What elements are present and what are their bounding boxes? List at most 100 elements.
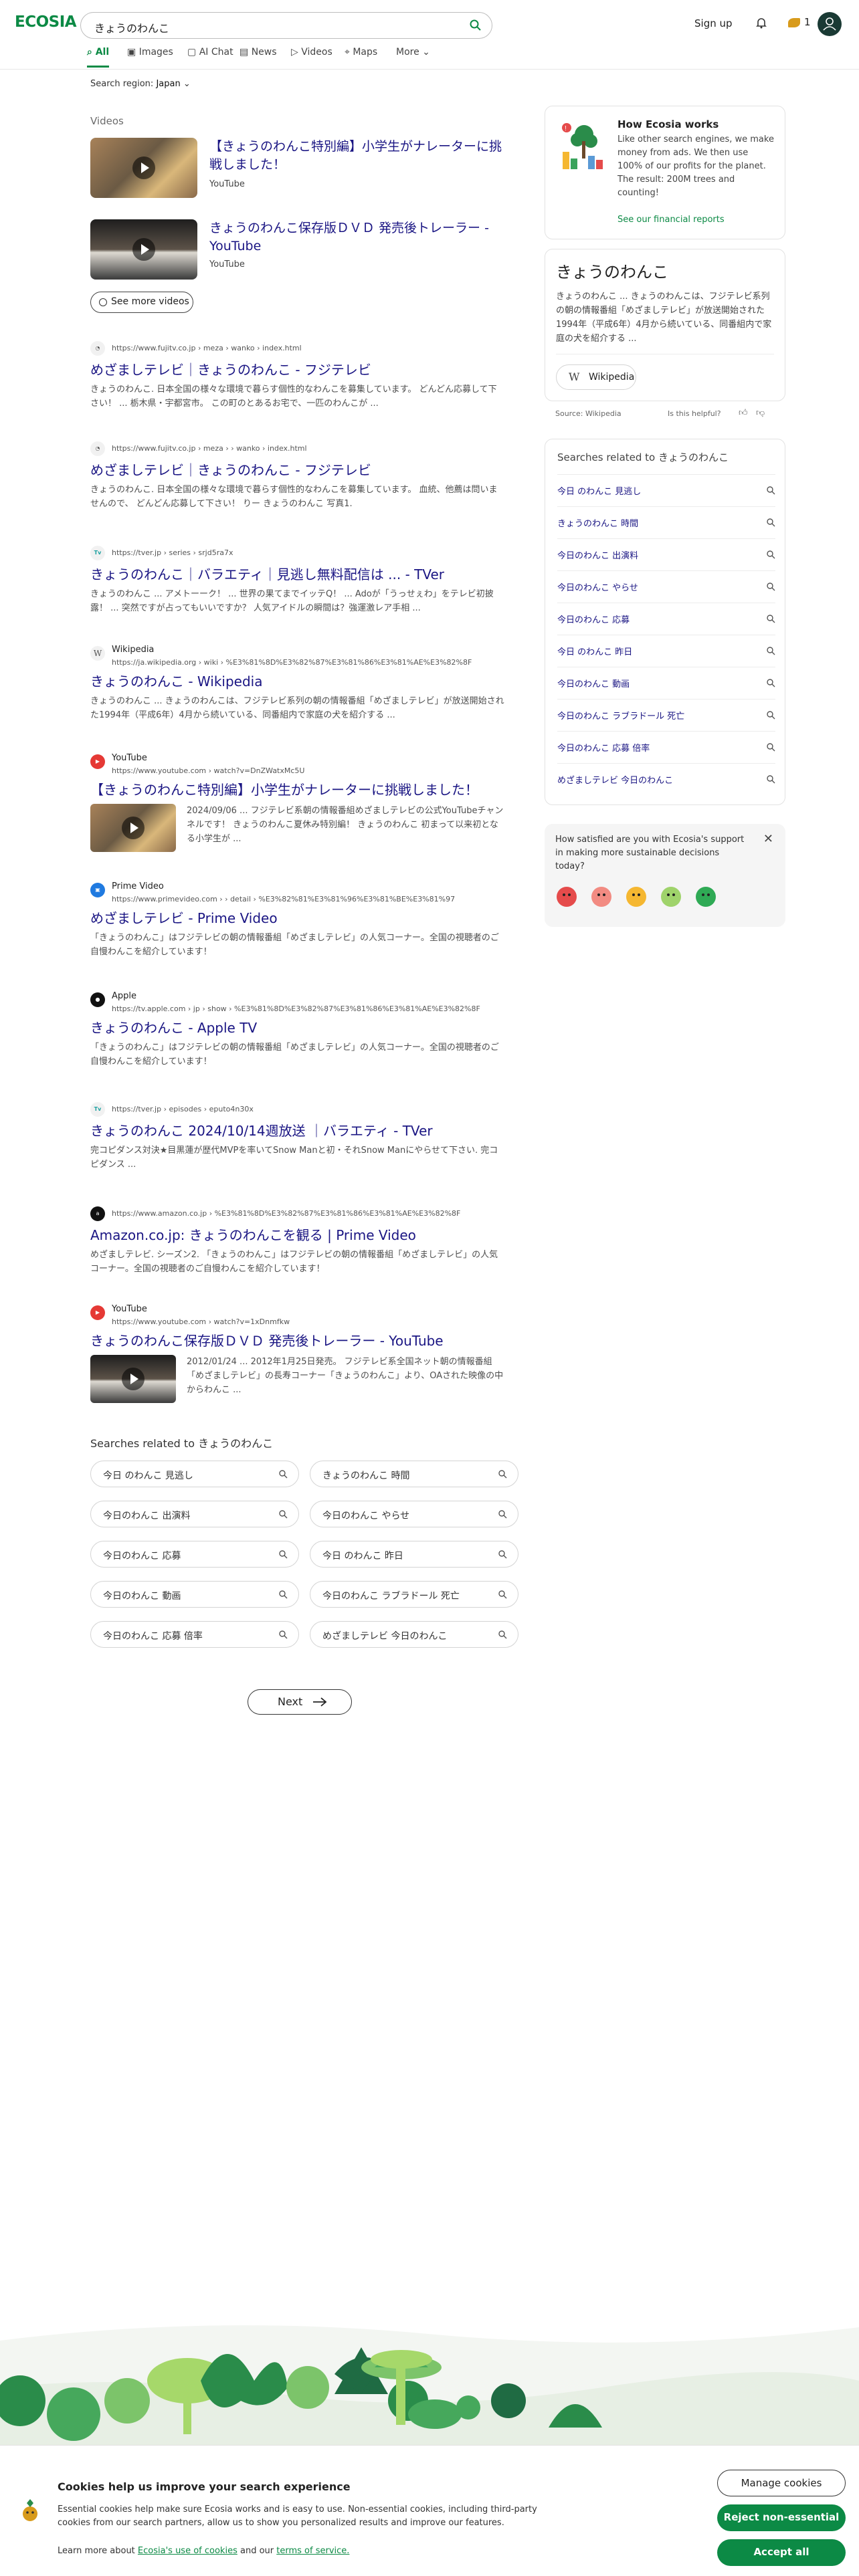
result-title[interactable]: Amazon.co.jp: きょうのわんこを観る | Prime Video: [90, 1226, 416, 1244]
search-icon: [498, 1630, 507, 1639]
financial-reports-link[interactable]: See our financial reports: [617, 215, 725, 225]
tab-underline: [87, 66, 110, 68]
related-search-pill[interactable]: 今日のわんこ ラブラドール 死亡: [310, 1581, 518, 1608]
related-search-pill[interactable]: 今日のわんこ 応募 倍率: [90, 1621, 299, 1648]
search-box[interactable]: きょうのわんこ: [80, 12, 492, 39]
satisfied-face-icon[interactable]: [661, 887, 681, 907]
video-item[interactable]: きょうのわんこ保存版ＤＶＤ 発売後トレーラー - YouTube YouTube: [90, 219, 505, 282]
knowledge-panel: きょうのわんこ きょうのわんこ ... きょうのわんこは、フジテレビ系列の朝の情…: [545, 249, 785, 401]
sidebar-related-item[interactable]: 今日のわんこ 出演料: [557, 538, 775, 570]
terms-link[interactable]: terms of service.: [276, 2546, 349, 2556]
search-input[interactable]: きょうのわんこ: [94, 19, 169, 35]
neutral-face-icon[interactable]: [626, 887, 646, 907]
tab-maps[interactable]: ⌖ Maps: [345, 47, 377, 58]
result-url[interactable]: https://www.youtube.com › watch?v=1xDnmf…: [112, 1317, 504, 1326]
wikipedia-button[interactable]: W Wikipedia: [556, 364, 636, 390]
video-title[interactable]: 【きょうのわんこ特別編】小学生がナレーターに挑戦しました！: [209, 138, 504, 174]
sidebar-related-item[interactable]: 今日のわんこ 応募: [557, 603, 775, 635]
very-unsatisfied-face-icon[interactable]: [557, 887, 577, 907]
result-url[interactable]: https://www.youtube.com › watch?v=DnZWat…: [112, 766, 504, 775]
result-title[interactable]: めざましテレビ｜きょうのわんこ - フジテレビ: [90, 361, 371, 379]
result-snippet: めざましテレビ. シーズン2. 「きょうのわんこ」はフジテレビの朝の情報番組「め…: [90, 1250, 498, 1274]
video-title[interactable]: きょうのわんこ保存版ＤＶＤ 発売後トレーラー - YouTube: [209, 219, 504, 255]
result-site: Wikipedia: [112, 645, 155, 655]
search-icon: [279, 1550, 288, 1559]
fujitv-favicon: ◔: [90, 341, 105, 356]
video-item[interactable]: 【きょうのわんこ特別編】小学生がナレーターに挑戦しました！ YouTube: [90, 138, 505, 201]
related-search-pill[interactable]: めざましテレビ 今日のわんこ: [310, 1621, 518, 1648]
tab-ai-chat[interactable]: ▢ AI Chat: [187, 47, 233, 58]
related-search-pill[interactable]: 今日のわんこ やらせ: [310, 1501, 518, 1527]
search-icon: [279, 1510, 288, 1519]
result-site: YouTube: [112, 1304, 147, 1314]
result-thumbnail[interactable]: [90, 804, 176, 852]
result-url[interactable]: https://www.fujitv.co.jp › meza › wanko …: [112, 344, 504, 352]
accept-cookies-button[interactable]: Accept all: [717, 2539, 846, 2566]
how-description: Like other search engines, we make money…: [617, 134, 774, 198]
search-icon[interactable]: [469, 19, 482, 32]
related-search-pill[interactable]: 今日 のわんこ 見逃し: [90, 1461, 299, 1487]
knowledge-description: きょうのわんこ ... きょうのわんこは、フジテレビ系列の朝の情報番組「めざまし…: [556, 292, 772, 344]
result-title[interactable]: きょうのわんこ保存版ＤＶＤ 発売後トレーラー - YouTube: [90, 1332, 444, 1350]
related-search-pill[interactable]: きょうのわんこ 時間: [310, 1461, 518, 1487]
result-title[interactable]: きょうのわんこ - Wikipedia: [90, 673, 262, 690]
sidebar-related-item[interactable]: 今日のわんこ 応募 倍率: [557, 731, 775, 763]
sidebar-related-item[interactable]: 今日 のわんこ 昨日: [557, 635, 775, 667]
result-url[interactable]: https://tver.jp › series › srjd5ra7x: [112, 548, 504, 557]
result-url[interactable]: https://www.amazon.co.jp › %E3%81%8D%E3%…: [112, 1209, 504, 1218]
result-url[interactable]: https://tv.apple.com › jp › show › %E3%8…: [112, 1004, 504, 1013]
cookie-mascot-icon: [23, 2499, 37, 2521]
video-thumbnail[interactable]: [90, 138, 197, 198]
related-search-pill[interactable]: 今日のわんこ 応募: [90, 1541, 299, 1568]
result-url[interactable]: https://www.fujitv.co.jp › meza › › wank…: [112, 444, 504, 453]
result-title[interactable]: きょうのわんこ｜バラエティ｜見逃し無料配信は ... - TVer: [90, 566, 444, 583]
sidebar-related-item[interactable]: めざましテレビ 今日のわんこ: [557, 763, 775, 795]
very-satisfied-face-icon[interactable]: [696, 887, 716, 907]
result-title[interactable]: 【きょうのわんこ特別編】小学生がナレーターに挑戦しました！: [90, 781, 478, 798]
related-search-pill[interactable]: 今日 のわんこ 昨日: [310, 1541, 518, 1568]
result-item: Tv https://tver.jp › series › srjd5ra7x …: [90, 546, 505, 619]
tab-videos[interactable]: ▷ Videos: [291, 47, 332, 58]
thumbs-down-icon[interactable]: 👎︎: [756, 408, 765, 418]
result-url[interactable]: https://tver.jp › episodes › eputo4n30x: [112, 1105, 504, 1113]
search-region[interactable]: Search region: Japan ⌄: [90, 79, 191, 89]
related-search-pill[interactable]: 今日のわんこ 動画: [90, 1581, 299, 1608]
tree-chart-illustration: !: [562, 123, 603, 169]
sidebar-related-item[interactable]: 今日のわんこ 動画: [557, 667, 775, 699]
sign-up-link[interactable]: Sign up: [694, 17, 733, 29]
related-search-pill[interactable]: 今日のわんこ 出演料: [90, 1501, 299, 1527]
unsatisfied-face-icon[interactable]: [591, 887, 611, 907]
cookie-policy-link[interactable]: Ecosia's use of cookies: [138, 2546, 237, 2556]
next-page-button[interactable]: Next: [248, 1689, 352, 1715]
sidebar-related-item[interactable]: きょうのわんこ 時間: [557, 506, 775, 538]
user-avatar[interactable]: [818, 12, 842, 36]
tab-news[interactable]: ▤ News: [240, 47, 277, 58]
sidebar-related-item[interactable]: 今日 のわんこ 見逃し: [557, 474, 775, 506]
result-url[interactable]: https://ja.wikipedia.org › wiki › %E3%81…: [112, 658, 504, 667]
see-more-videos-button[interactable]: See more videos: [90, 292, 193, 313]
result-title[interactable]: めざましテレビ - Prime Video: [90, 909, 278, 927]
reject-cookies-button[interactable]: Reject non-essential: [717, 2504, 846, 2531]
result-title[interactable]: きょうのわんこ 2024/10/14週放送 ｜バラエティ - TVer: [90, 1122, 433, 1140]
sidebar-related-item[interactable]: 今日のわんこ ラブラドール 死亡: [557, 699, 775, 731]
ecosia-logo[interactable]: ECOSIA: [15, 13, 77, 31]
header: ECOSIA きょうのわんこ Sign up 1 ⌕ All ▣ Images …: [0, 0, 859, 70]
result-snippet: きょうのわんこ. 日本全国の様々な環境で暮らす個性的なわんこを募集しています。 …: [90, 385, 497, 409]
knowledge-footer: Source: Wikipedia Is this helpful? 👍︎ 👎︎: [555, 408, 783, 418]
sidebar-related-item[interactable]: 今日のわんこ やらせ: [557, 570, 775, 603]
manage-cookies-button[interactable]: Manage cookies: [717, 2470, 846, 2496]
tab-images[interactable]: ▣ Images: [127, 47, 173, 58]
video-thumbnail[interactable]: [90, 219, 197, 280]
close-icon[interactable]: ✕: [763, 832, 773, 846]
tab-more[interactable]: More ⌄: [396, 47, 430, 58]
result-title[interactable]: めざましテレビ｜きょうのわんこ - フジテレビ: [90, 461, 371, 479]
result-url[interactable]: https://www.primevideo.com › › detail › …: [112, 895, 504, 903]
result-thumbnail[interactable]: [90, 1355, 176, 1403]
play-icon: [122, 817, 145, 839]
thumbs-up-icon[interactable]: 👍︎: [739, 408, 748, 418]
tab-all[interactable]: ⌕ All: [87, 47, 110, 68]
result-title[interactable]: きょうのわんこ - Apple TV: [90, 1019, 257, 1037]
seed-counter[interactable]: 1: [788, 16, 815, 31]
bell-icon[interactable]: [755, 16, 768, 29]
search-icon: [279, 1470, 288, 1479]
